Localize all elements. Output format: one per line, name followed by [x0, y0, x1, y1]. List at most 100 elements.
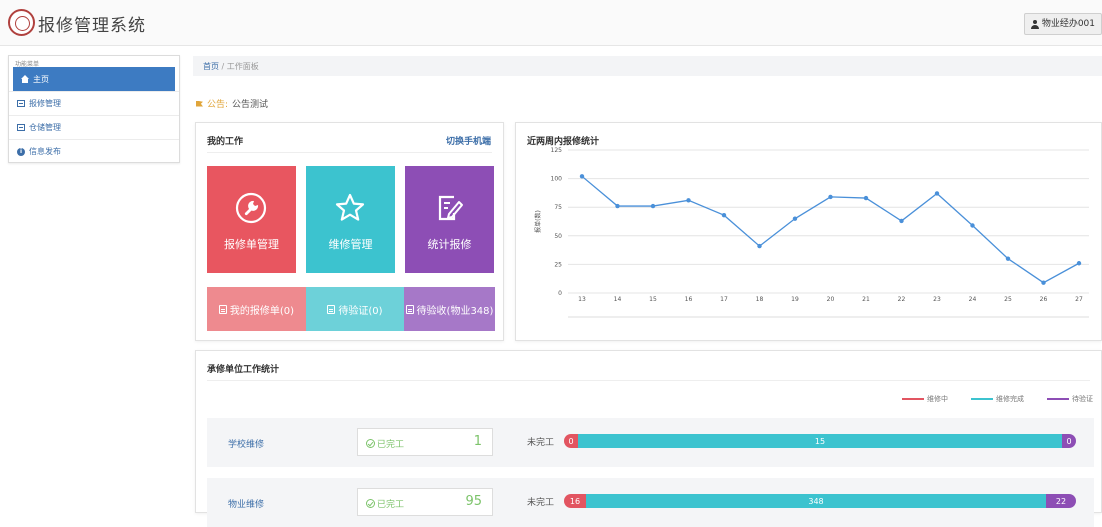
unit-name[interactable]: 学校维修: [228, 437, 264, 450]
x-tick-label: 22: [898, 296, 906, 303]
tile-label: 维修管理: [328, 238, 373, 251]
sidebar: 功能菜单 主页 报修管理 仓储管理 i 信息发布: [8, 55, 180, 163]
user-menu-button[interactable]: 物业经办001: [1023, 13, 1102, 35]
done-text: 已完工: [377, 440, 405, 450]
y-tick-label: 25: [554, 261, 562, 268]
sidebar-item-repair[interactable]: 报修管理: [9, 91, 179, 115]
breadcrumb: 首页 / 工作面板: [193, 56, 1102, 76]
x-tick-label: 14: [614, 296, 622, 303]
x-tick-label: 16: [685, 296, 693, 303]
sidebar-item-label: 仓储管理: [29, 123, 61, 132]
sidebar-item-publish[interactable]: i 信息发布: [9, 139, 179, 163]
data-point: [899, 218, 904, 224]
progress-bar: 16 348 22: [564, 494, 1076, 508]
repair-stats-chart-panel: 近两周内报修统计 0 25 50 75 100 125 13 14 15 16 17 18 19 20 21…: [515, 122, 1102, 341]
user-name: 物业经办001: [1041, 19, 1095, 29]
y-tick-label: 50: [554, 233, 562, 240]
sidebar-item-label: 主页: [33, 74, 49, 84]
legend-label: 维修完成: [996, 395, 1024, 403]
x-tick-label: 15: [649, 296, 657, 303]
breadcrumb-separator: /: [221, 62, 225, 71]
repair-order-tile[interactable]: 报修单管理: [207, 166, 296, 273]
unit-stats-panel: 承修单位工作统计 维修中 维修完成 待验证 学校维修 已完工 1 未完工 0 1…: [195, 350, 1102, 527]
sidebar-heading: 功能菜单: [15, 61, 40, 68]
y-tick-label: 0: [558, 290, 562, 297]
data-point: [650, 203, 656, 209]
info-icon: i: [17, 147, 25, 156]
sidebar-item-label: 报修管理: [29, 99, 61, 108]
y-tick-label: 100: [551, 176, 563, 183]
done-count: 1: [473, 434, 482, 449]
legend-item-completed: 维修完成: [971, 394, 1024, 404]
panel-title: 承修单位工作统计: [207, 365, 280, 375]
app-title: 报修管理系统: [38, 16, 146, 36]
switch-mobile-link[interactable]: 切换手机端: [446, 134, 491, 147]
notice-label: 公告:: [207, 100, 229, 110]
progress-bar: 0 15 0: [564, 434, 1076, 448]
unit-row-school: 学校维修 已完工 1 未完工 0 15 0: [207, 418, 1094, 467]
check-circle-icon: [366, 499, 375, 508]
x-tick-label: 19: [791, 296, 799, 303]
legend-item-pending: 待验证: [1047, 394, 1093, 404]
data-point: [828, 194, 833, 200]
my-repair-orders-button[interactable]: 我的报修单(0): [207, 287, 306, 331]
done-box: 已完工 95: [357, 488, 493, 516]
maintenance-tile[interactable]: 维修管理: [306, 166, 395, 273]
subtile-label: 待验证(0): [338, 305, 383, 317]
divider: [207, 152, 492, 153]
tile-label: 统计报修: [427, 238, 472, 251]
data-point: [863, 195, 869, 201]
legend-swatch: [971, 398, 993, 400]
completed-segment: 15: [578, 434, 1062, 448]
sidebar-item-storage[interactable]: 仓储管理: [9, 115, 179, 139]
pending-segment: 0: [1062, 434, 1076, 448]
in-progress-segment: 16: [564, 494, 586, 508]
document-icon: [327, 304, 336, 314]
data-point: [1041, 280, 1046, 285]
statistics-tile[interactable]: 统计报修: [405, 166, 494, 273]
done-count: 95: [465, 494, 482, 509]
unit-name[interactable]: 物业维修: [228, 497, 264, 510]
subtile-label: 待验收(物业348): [416, 305, 494, 317]
notice: 公告: 公告测试: [196, 97, 268, 110]
x-tick-label: 27: [1075, 296, 1083, 303]
y-tick-label: 75: [554, 204, 562, 211]
star-icon: [335, 193, 365, 221]
document-icon: [218, 304, 227, 314]
data-point: [757, 243, 762, 249]
line-chart: 0 25 50 75 100 125 13 14 15 16 17 18 19 20 21 22 23 24 25 2…: [534, 147, 1089, 318]
data-point: [792, 216, 798, 221]
x-tick-label: 20: [827, 296, 835, 303]
done-text: 已完工: [377, 500, 405, 510]
legend-swatch: [902, 398, 924, 400]
data-point: [615, 203, 620, 209]
breadcrumb-home-link[interactable]: 首页: [203, 62, 219, 71]
y-tick-label: 125: [551, 147, 563, 154]
pending-verify-button[interactable]: 待验证(0): [306, 287, 404, 331]
check-circle-icon: [366, 439, 375, 448]
x-tick-label: 21: [862, 296, 870, 303]
logo-icon: [8, 9, 35, 36]
sidebar-item-home[interactable]: 主页: [13, 67, 175, 91]
data-point: [934, 191, 940, 196]
undone-label: 未完工: [527, 438, 555, 448]
top-bar: 报修管理系统 物业经办001: [0, 0, 1102, 46]
x-tick-label: 23: [933, 296, 941, 303]
done-box: 已完工 1: [357, 428, 493, 456]
data-point: [579, 174, 585, 179]
x-tick-label: 18: [756, 296, 764, 303]
wrench-icon: [235, 192, 267, 224]
my-work-panel: 我的工作 切换手机端 报修单管理 维修管理 统计报修 我的报修单(0) 待验证(…: [195, 122, 504, 341]
y-axis-label: 报单(数): [534, 210, 542, 233]
done-label: 已完工: [366, 497, 404, 510]
home-icon: [21, 75, 29, 83]
divider: [207, 380, 1090, 381]
panel-title: 我的工作: [207, 137, 244, 147]
x-tick-label: 17: [720, 296, 728, 303]
pending-acceptance-button[interactable]: 待验收(物业348): [404, 287, 495, 331]
list-icon: [17, 124, 25, 131]
notice-text: 公告测试: [232, 100, 269, 110]
data-point: [970, 223, 975, 228]
done-label: 已完工: [366, 437, 404, 450]
user-icon: [1030, 19, 1039, 29]
